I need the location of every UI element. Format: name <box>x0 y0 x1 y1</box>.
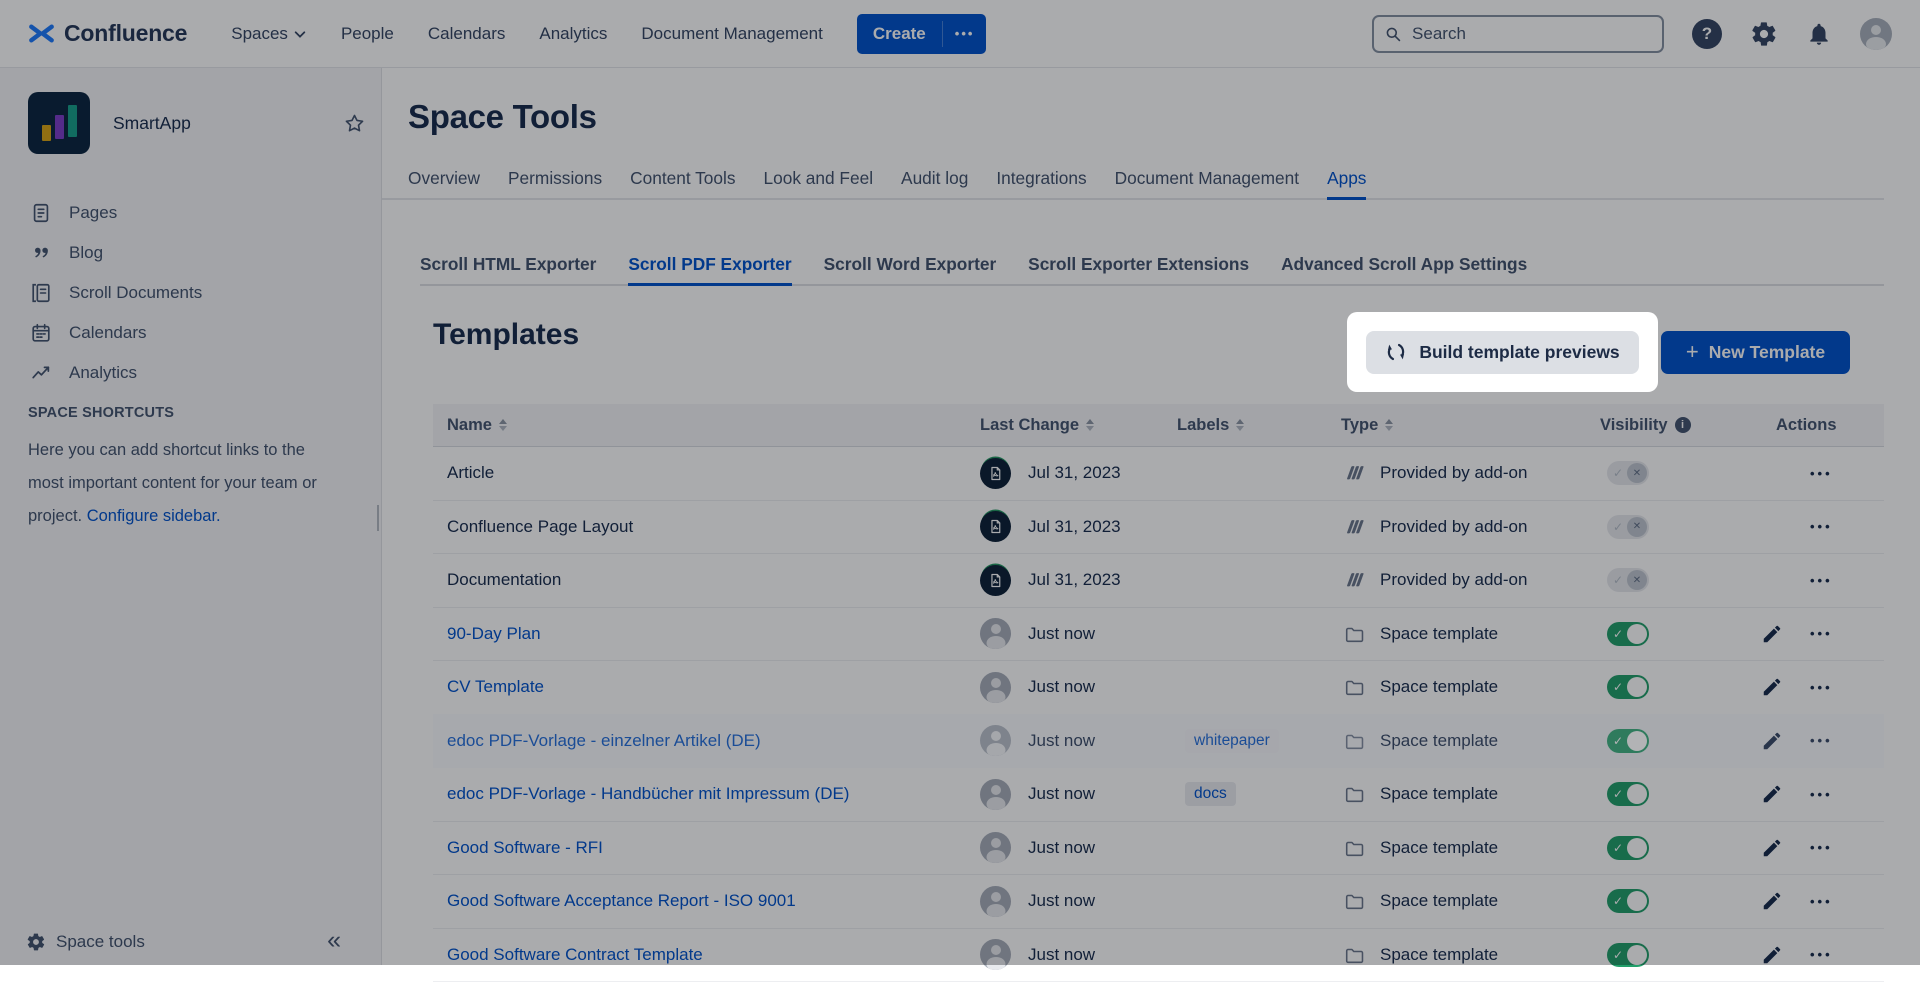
build-template-previews-button[interactable]: Build template previews <box>1366 331 1639 374</box>
sync-arrows-icon <box>1385 341 1407 363</box>
tutorial-dim-overlay <box>0 0 1920 965</box>
tutorial-spotlight: Build template previews <box>1347 312 1658 392</box>
